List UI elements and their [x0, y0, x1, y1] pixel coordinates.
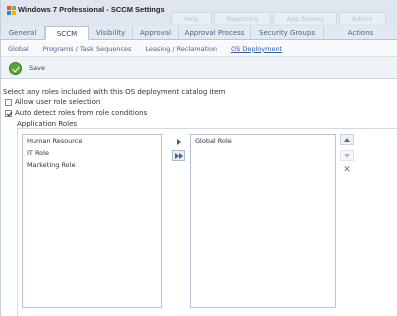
background-tab: Admin [338, 12, 386, 24]
settings-window: Help Reporting App Survey Admin Windows … [0, 0, 397, 316]
remove-button[interactable]: ✕ [340, 165, 354, 176]
move-right-button[interactable] [172, 136, 185, 147]
sub-tab-strip: Global Programs / Task Sequences Leasing… [1, 41, 397, 57]
background-tabs: Help Reporting App Survey Admin [171, 12, 388, 24]
tab-general[interactable]: General [1, 26, 45, 40]
arrow-down-icon [344, 153, 350, 158]
save-button[interactable]: Save [9, 61, 45, 75]
list-item[interactable]: IT Role [23, 147, 161, 159]
selected-roles-list[interactable]: Global Role [190, 134, 336, 308]
tab-sccm[interactable]: SCCM [45, 26, 89, 40]
allow-user-role-selection-row[interactable]: Allow user role selection [5, 97, 100, 107]
background-tab: Reporting [213, 12, 272, 24]
tab-security-groups[interactable]: Security Groups [251, 26, 324, 40]
subtab-leasing-reclamation[interactable]: Leasing / Reclamation [138, 45, 224, 53]
move-down-button[interactable] [340, 150, 354, 161]
application-roles-heading: Application Roles [17, 120, 78, 128]
title-bar: Help Reporting App Survey Admin Windows … [1, 0, 397, 26]
tab-approval[interactable]: Approval [133, 26, 179, 40]
list-item[interactable]: Human Resource [23, 135, 161, 147]
tab-approval-process[interactable]: Approval Process [179, 26, 251, 40]
background-tab: Help [171, 12, 212, 24]
double-arrow-right-icon [174, 152, 183, 159]
move-up-button[interactable] [340, 134, 354, 145]
move-all-right-button[interactable] [172, 150, 185, 161]
subtab-global[interactable]: Global [1, 45, 36, 53]
save-label: Save [29, 64, 45, 72]
auto-detect-roles-checkbox[interactable] [5, 109, 12, 117]
auto-detect-roles-row[interactable]: Auto detect roles from role conditions [5, 108, 147, 118]
toolbar: Save [1, 57, 397, 79]
window-title: Windows 7 Professional - SCCM Settings [18, 5, 165, 14]
list-item[interactable]: Marketing Role [23, 159, 161, 171]
arrow-right-icon [176, 138, 181, 145]
background-tab: App Survey [273, 12, 337, 24]
auto-detect-roles-label: Auto detect roles from role conditions [15, 109, 148, 117]
subtab-programs-task-sequences[interactable]: Programs / Task Sequences [36, 45, 139, 53]
allow-user-role-selection-label: Allow user role selection [15, 98, 101, 106]
description-text: Select any roles included with this OS d… [3, 88, 226, 96]
tab-visibility[interactable]: Visibility [89, 26, 133, 40]
check-circle-icon [9, 61, 22, 75]
arrow-up-icon [344, 137, 350, 142]
list-item[interactable]: Global Role [191, 135, 335, 147]
tab-actions[interactable]: Actions [324, 26, 397, 40]
app-icon [7, 6, 16, 15]
main-tab-strip: General SCCM Visibility Approval Approva… [1, 26, 397, 40]
close-icon: ✕ [343, 165, 351, 175]
allow-user-role-selection-checkbox[interactable] [5, 98, 12, 106]
subtab-os-deployment[interactable]: OS Deployment [224, 45, 289, 53]
available-roles-list[interactable]: Human Resource IT Role Marketing Role [22, 134, 162, 308]
